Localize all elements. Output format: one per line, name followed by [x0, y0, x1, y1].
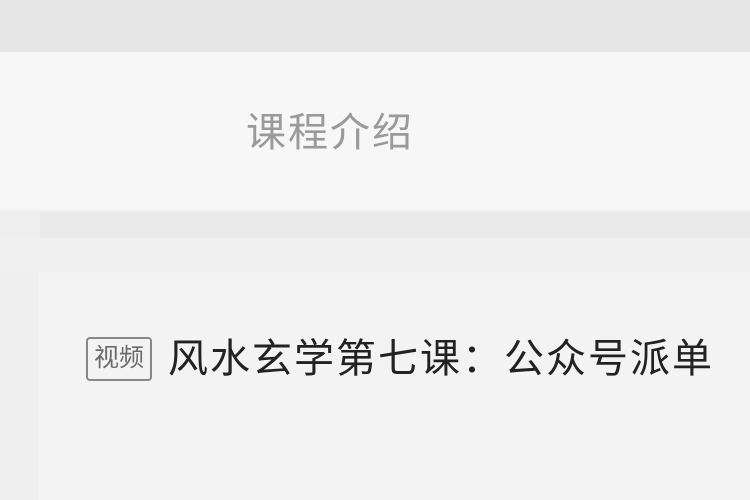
lesson-title: 风水玄学第七课：公众号派单 — [168, 336, 715, 382]
screenshot-page: 课程介绍 视频 风水玄学第七课：公众号派单 — [0, 0, 750, 500]
video-badge: 视频 — [86, 337, 153, 381]
divider-band-lower — [0, 238, 750, 272]
lesson-title-block[interactable]: 视频 风水玄学第七课：公众号派单 — [86, 328, 750, 390]
tab-course-intro[interactable]: 课程介绍 — [246, 100, 414, 158]
top-cropped-bar — [0, 0, 750, 52]
tab-header: 课程介绍 — [0, 52, 750, 210]
divider-band — [40, 212, 750, 238]
